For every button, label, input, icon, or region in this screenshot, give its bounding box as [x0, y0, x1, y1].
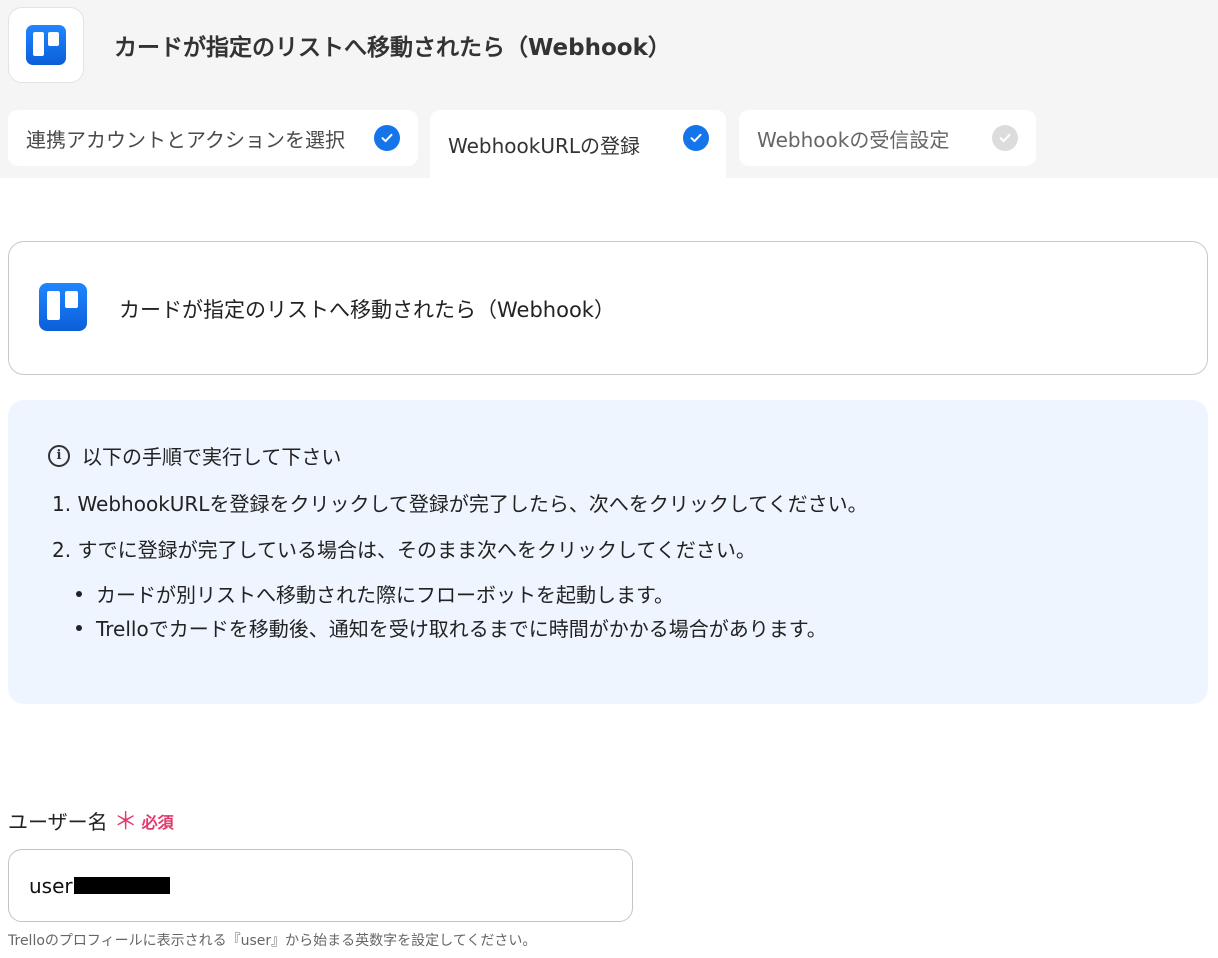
check-circle-icon	[374, 125, 400, 151]
instructions-panel: i 以下の手順で実行して下さい 1. WebhookURLを登録をクリックして登…	[8, 400, 1208, 704]
info-icon: i	[48, 444, 70, 467]
trigger-label: カードが指定のリストへ移動されたら（Webhook）	[119, 298, 615, 322]
required-asterisk-icon: ＊	[113, 806, 138, 835]
instructions-heading-text: 以下の手順で実行して下さい	[82, 445, 342, 469]
instructions-heading: i 以下の手順で実行して下さい	[48, 441, 341, 470]
redaction-block	[74, 877, 170, 894]
trigger-card: カードが指定のリストへ移動されたら（Webhook）	[8, 241, 1208, 375]
tab-label: WebhookURLの登録	[448, 133, 641, 158]
tab-label: 連携アカウントとアクションを選択	[26, 127, 345, 152]
instruction-step: 1. WebhookURLを登録をクリックして登録が完了したら、次へをクリックし…	[52, 492, 868, 516]
trello-logo-icon	[26, 25, 66, 65]
tab-account-action[interactable]: 連携アカウントとアクションを選択	[8, 110, 418, 166]
page-title: カードが指定のリストへ移動されたら（Webhook）	[114, 35, 671, 61]
username-label-text: ユーザー名	[8, 810, 108, 834]
tab-label: Webhookの受信設定	[757, 127, 950, 152]
tab-webhook-receive[interactable]: Webhookの受信設定	[739, 110, 1036, 166]
username-label: ユーザー名 ＊ 必須	[8, 806, 174, 835]
check-circle-icon	[992, 125, 1018, 151]
tab-webhook-url[interactable]: WebhookURLの登録	[430, 110, 726, 178]
check-circle-icon	[683, 125, 709, 151]
instruction-note: Trelloでカードを移動後、通知を受け取れるまでに時間がかかる場合があります。	[76, 613, 827, 642]
note-text: カードが別リストへ移動された際にフローボットを起動します。	[96, 583, 674, 607]
trello-logo-icon	[39, 283, 87, 331]
note-text: Trelloでカードを移動後、通知を受け取れるまでに時間がかかる場合があります。	[96, 617, 827, 641]
instruction-step: 2. すでに登録が完了している場合は、そのまま次へをクリックしてください。	[52, 538, 756, 562]
bullet-icon	[76, 624, 82, 631]
bullet-icon	[76, 590, 82, 597]
required-badge: 必須	[141, 812, 174, 832]
instruction-note: カードが別リストへ移動された際にフローボットを起動します。	[76, 579, 674, 608]
app-icon-tile	[8, 7, 84, 83]
username-help-text: Trelloのプロフィールに表示される『user』から始まる英数字を設定してくだ…	[8, 933, 537, 949]
